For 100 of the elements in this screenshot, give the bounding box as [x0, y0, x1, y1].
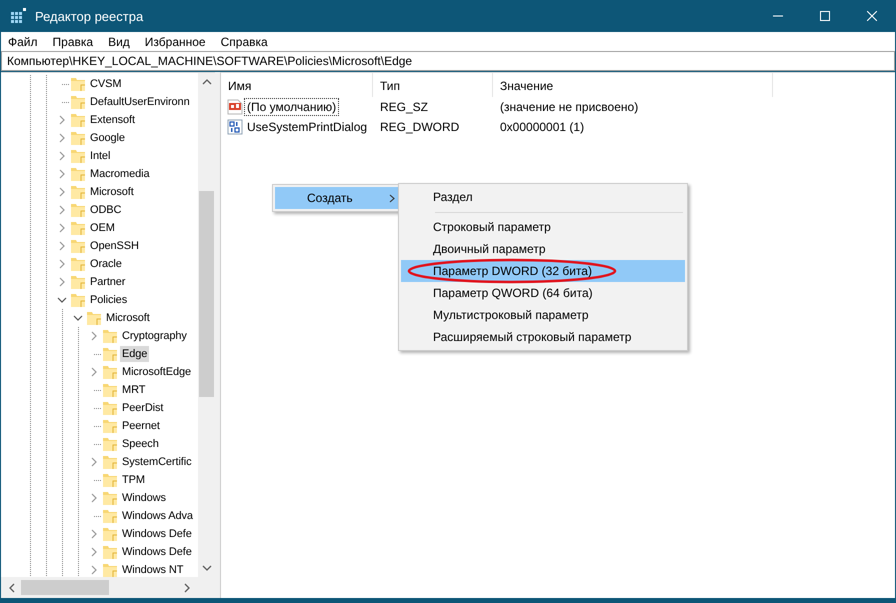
- folder-icon: [102, 490, 118, 506]
- scroll-right-icon[interactable]: [184, 582, 190, 592]
- expand-chevron-icon[interactable]: [57, 241, 67, 251]
- menu-item[interactable]: Двоичный параметр: [401, 238, 685, 260]
- tree-item[interactable]: ODBC: [88, 202, 124, 218]
- menu-item[interactable]: Справка: [214, 34, 276, 48]
- tree-item[interactable]: DefaultUserEnvironn: [88, 94, 192, 110]
- expand-chevron-icon[interactable]: [57, 169, 67, 179]
- scroll-left-icon[interactable]: [9, 582, 15, 592]
- binary-value-icon: [227, 119, 243, 135]
- folder-icon: [102, 472, 118, 488]
- expand-chevron-icon[interactable]: [57, 223, 67, 233]
- folder-icon: [102, 436, 118, 452]
- tree-item[interactable]: OEM: [88, 220, 117, 236]
- menu-item[interactable]: Правка: [46, 34, 102, 48]
- tree-item[interactable]: OpenSSH: [88, 238, 141, 254]
- folder-icon: [102, 382, 118, 398]
- folder-icon: [86, 310, 102, 326]
- folder-icon: [102, 454, 118, 470]
- folder-icon: [70, 148, 86, 164]
- tree-item[interactable]: Windows Defe: [120, 526, 194, 542]
- value-name[interactable]: (По умолчанию): [244, 98, 340, 116]
- tree-item[interactable]: Google: [88, 130, 127, 146]
- tree-item[interactable]: MicrosoftEdge: [120, 364, 194, 380]
- tree-item[interactable]: Microsoft: [88, 184, 136, 200]
- column-header[interactable]: Значение: [493, 73, 773, 97]
- tree-item[interactable]: Oracle: [88, 256, 124, 272]
- tree-item[interactable]: Windows Adva: [120, 508, 195, 524]
- folder-icon: [102, 526, 118, 542]
- folder-icon: [70, 202, 86, 218]
- menu-item[interactable]: Вид: [101, 34, 138, 48]
- maximize-icon[interactable]: [820, 11, 830, 21]
- address-bar[interactable]: Компьютер\HKEY_LOCAL_MACHINE\SOFTWARE\Policies\Microsoft\Edge: [1, 51, 895, 71]
- expand-chevron-icon[interactable]: [57, 259, 67, 269]
- column-header[interactable]: Тип: [373, 73, 493, 97]
- table-cell-text: 0x00000001 (1): [499, 120, 586, 134]
- string-value-icon: [227, 99, 243, 115]
- scrollbar-thumb[interactable]: [21, 580, 109, 595]
- expand-chevron-icon[interactable]: [57, 151, 67, 161]
- scroll-up-icon[interactable]: [202, 79, 212, 85]
- expand-chevron-icon[interactable]: [89, 565, 99, 575]
- tree-item[interactable]: Partner: [88, 274, 128, 290]
- column-header[interactable]: Имя: [221, 73, 373, 97]
- tree-item[interactable]: Windows NT: [120, 562, 186, 577]
- menu-item[interactable]: Раздел: [401, 186, 685, 208]
- scrollbar-thumb[interactable]: [199, 191, 214, 397]
- value-name[interactable]: UseSystemPrintDialog: [244, 118, 370, 136]
- tree-item[interactable]: Policies: [88, 292, 130, 308]
- expand-chevron-icon[interactable]: [89, 547, 99, 557]
- table-cell-text: (значение не присвоено): [499, 100, 640, 114]
- folder-icon: [70, 292, 86, 308]
- expand-chevron-icon[interactable]: [89, 331, 99, 341]
- folder-icon: [70, 184, 86, 200]
- menu-item[interactable]: Избранное: [138, 34, 214, 48]
- folder-icon: [102, 328, 118, 344]
- tree-item[interactable]: TPM: [120, 472, 147, 488]
- tree-item[interactable]: Windows Defe: [120, 544, 194, 560]
- tree-item[interactable]: SystemCertific: [120, 454, 194, 470]
- window-title: Редактор реестра: [35, 8, 144, 24]
- collapse-chevron-icon[interactable]: [57, 295, 67, 305]
- tree-item[interactable]: Peernet: [120, 418, 162, 434]
- menu-item[interactable]: Строковый параметр: [401, 216, 685, 238]
- menu-item[interactable]: Расширяемый строковый параметр: [401, 326, 685, 348]
- folder-icon: [102, 418, 118, 434]
- folder-icon: [102, 400, 118, 416]
- table-cell-text: REG_SZ: [379, 100, 430, 114]
- tree-item[interactable]: Microsoft: [104, 310, 152, 326]
- expand-chevron-icon[interactable]: [57, 277, 67, 287]
- folder-icon: [70, 76, 86, 92]
- expand-chevron-icon[interactable]: [57, 115, 67, 125]
- expand-chevron-icon[interactable]: [57, 187, 67, 197]
- menu-item[interactable]: Мультистроковый параметр: [401, 304, 685, 326]
- expand-chevron-icon[interactable]: [89, 493, 99, 503]
- tree-item[interactable]: PeerDist: [120, 400, 166, 416]
- folder-icon: [102, 346, 118, 362]
- tree-item[interactable]: Cryptography: [120, 328, 189, 344]
- folder-icon: [102, 508, 118, 524]
- tree-item[interactable]: Extensoft: [88, 112, 137, 128]
- tree-item[interactable]: Speech: [120, 436, 161, 452]
- close-icon[interactable]: [866, 11, 876, 21]
- tree-item[interactable]: Edge: [120, 346, 150, 362]
- menu-item[interactable]: Файл: [1, 34, 46, 48]
- expand-chevron-icon[interactable]: [57, 205, 67, 215]
- folder-icon: [70, 166, 86, 182]
- expand-chevron-icon[interactable]: [89, 367, 99, 377]
- tree-item[interactable]: CVSM: [88, 76, 124, 92]
- tree-item[interactable]: MRT: [120, 382, 148, 398]
- horizontal-scrollbar[interactable]: [1, 577, 198, 598]
- tree-item[interactable]: Macromedia: [88, 166, 152, 182]
- expand-chevron-icon[interactable]: [89, 457, 99, 467]
- menu-item[interactable]: Создать: [275, 187, 401, 209]
- menu-item[interactable]: Параметр QWORD (64 бита): [401, 282, 685, 304]
- tree-item[interactable]: Windows: [120, 490, 168, 506]
- expand-chevron-icon[interactable]: [57, 133, 67, 143]
- scroll-down-icon[interactable]: [202, 565, 212, 571]
- app-icon: [11, 8, 27, 24]
- expand-chevron-icon[interactable]: [89, 529, 99, 539]
- tree-item[interactable]: Intel: [88, 148, 112, 164]
- collapse-chevron-icon[interactable]: [73, 313, 83, 323]
- folder-icon: [70, 130, 86, 146]
